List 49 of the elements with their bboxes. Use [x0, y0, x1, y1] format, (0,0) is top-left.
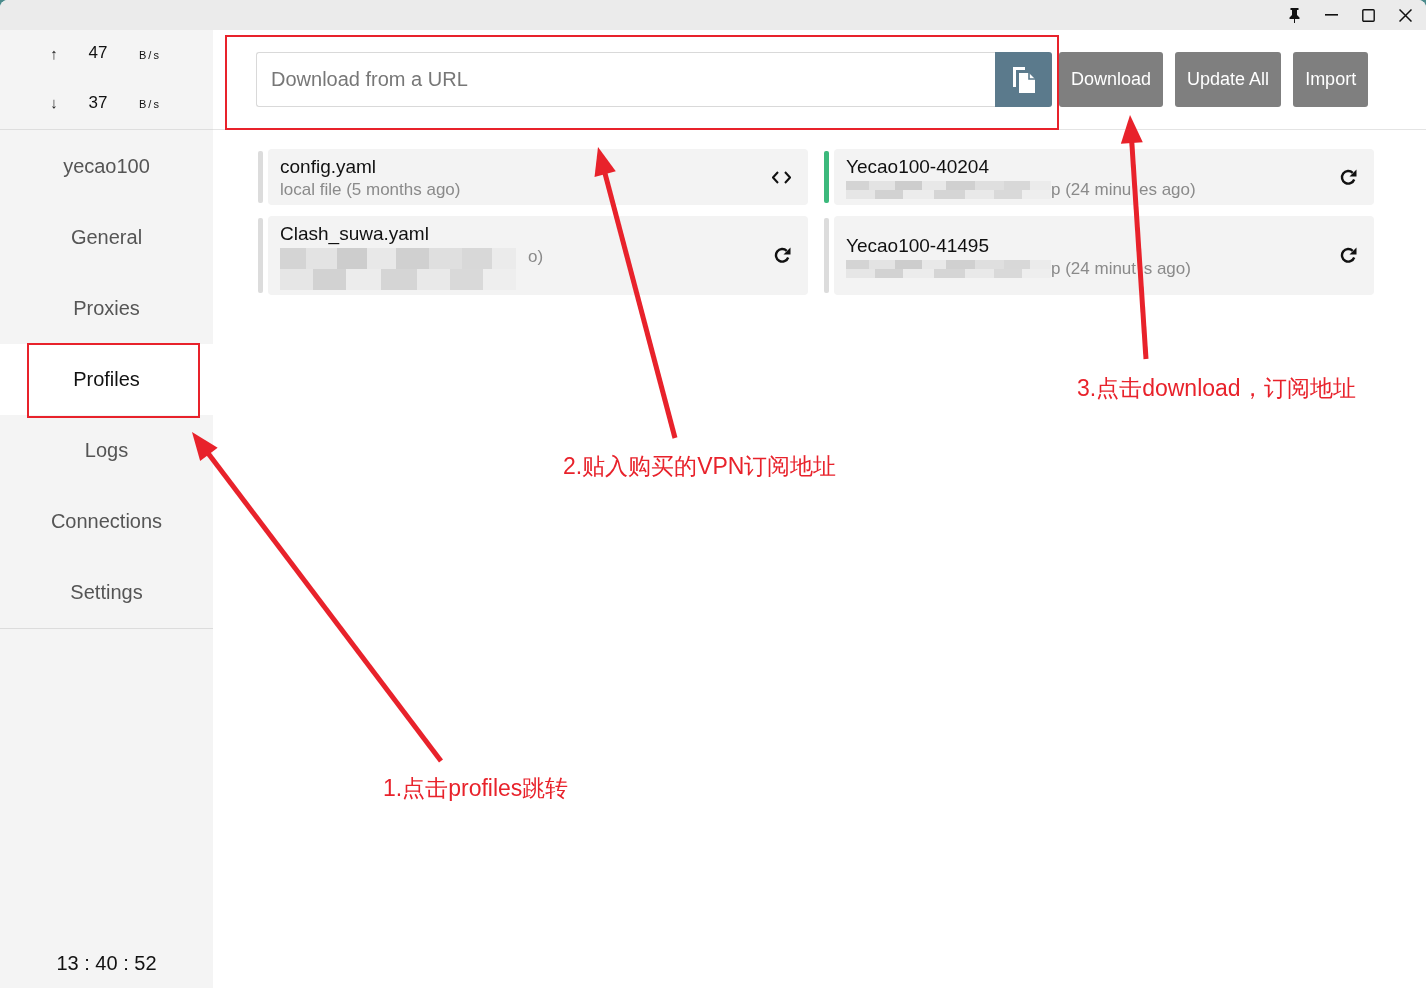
url-input[interactable]: Download from a URL [256, 52, 995, 107]
profile-name: Yecao100-40204 [846, 155, 989, 179]
annotation-text: 2.贴入购买的VPN订阅地址 [563, 452, 837, 480]
close-icon [1399, 8, 1412, 22]
traffic-unit: B/s [139, 98, 161, 111]
minimize-icon [1325, 14, 1338, 16]
refresh-icon [774, 247, 791, 264]
nav-item[interactable]: Connections [0, 486, 213, 557]
nav-item[interactable]: Profiles [0, 344, 213, 415]
nav-item[interactable]: Proxies [0, 273, 213, 344]
profile-name: Clash_suwa.yaml [280, 222, 429, 246]
annotation-text: 1.点击profiles跳转 [383, 774, 569, 802]
nav-item[interactable]: Settings [0, 557, 213, 628]
nav-item[interactable]: Logs [0, 415, 213, 486]
paste-button[interactable] [995, 52, 1052, 107]
traffic-value: 37 [88, 92, 108, 113]
refresh-button[interactable] [1340, 247, 1357, 264]
profile-detail: local file (5 months ago) [280, 179, 461, 200]
clock-time: 13 : 40 : 52 [55, 952, 158, 975]
traffic-value: 47 [88, 43, 108, 64]
refresh-button[interactable] [774, 247, 791, 264]
toolbar-button[interactable]: Download [1059, 52, 1164, 107]
profile-detail: o) [528, 246, 544, 267]
maximize-icon [1362, 8, 1375, 22]
toolbar-button[interactable]: Import [1293, 52, 1369, 107]
profile-card[interactable]: Yecao100-41495 p (24 minut s ago) [834, 216, 1374, 295]
code-icon [772, 170, 791, 184]
profile-name: Yecao100-41495 [846, 233, 989, 258]
profile-card[interactable]: config.yaml local file (5 months ago) [268, 149, 808, 205]
profile-card[interactable]: Yecao100-40204 p (24 minu es ago) [834, 149, 1374, 205]
profile-detail: es ago) [1138, 179, 1196, 200]
refresh-icon [1340, 247, 1357, 264]
profile-detail: s ago) [1143, 257, 1191, 279]
profile-detail: p (24 minut [1051, 257, 1137, 279]
toolbar-button[interactable]: Update All [1175, 52, 1282, 107]
annotation-text: 3.点击download，订阅地址 [1077, 374, 1356, 402]
refresh-icon [1340, 168, 1357, 186]
copy-icon [1011, 65, 1036, 94]
refresh-button[interactable] [1340, 168, 1357, 186]
direction-arrow: ↓ [50, 94, 58, 112]
direction-arrow: ↑ [50, 44, 58, 62]
profile-card[interactable]: Clash_suwa.yaml o) [268, 216, 808, 295]
pin-icon [1289, 7, 1300, 23]
traffic-unit: B/s [139, 48, 161, 61]
profile-name: config.yaml [280, 155, 377, 179]
profile-detail: p (24 minu [1051, 179, 1132, 200]
edit-button[interactable] [772, 170, 791, 184]
nav-item[interactable]: yecao100 [0, 131, 213, 202]
nav-item[interactable]: General [0, 202, 213, 273]
